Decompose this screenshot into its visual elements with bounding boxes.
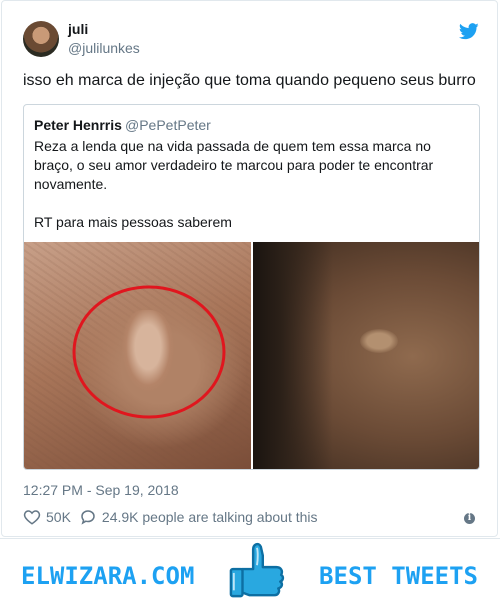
quoted-tweet-text: Reza a lenda que na vida passada de quem… [34, 137, 454, 232]
branding-footer: ELWIZARA.COM BEST TWEETS [0, 538, 500, 611]
highlight-circle [72, 285, 226, 419]
quoted-author-handle: @PePetPeter [125, 117, 211, 133]
tweet-card[interactable]: juli @julilunkes isso eh marca de injeçã… [1, 0, 498, 537]
tweet-text: isso eh marca de injeção que toma quando… [23, 72, 476, 89]
tweet-timestamp[interactable]: 12:27 PM - Sep 19, 2018 [23, 482, 179, 498]
conversation-link[interactable]: 24.9K people are talking about this [79, 508, 318, 526]
media-gallery[interactable] [24, 242, 479, 469]
twitter-bird-icon[interactable] [459, 23, 479, 40]
thumbs-up-icon [229, 542, 285, 598]
quoted-text-line: Reza a lenda que na vida passada de quem… [34, 138, 431, 154]
quoted-text-line: RT para mais pessoas saberem [34, 214, 232, 230]
like-button[interactable]: 50K [23, 508, 71, 526]
author-handle[interactable]: @julilunkes [68, 40, 140, 56]
conversation-count: 24.9K people are talking about this [101, 509, 318, 525]
quoted-tweet[interactable]: Peter Henrris @PePetPeter Reza a lenda q… [23, 104, 480, 470]
speech-bubble-icon [81, 510, 95, 525]
site-tagline: BEST TWEETS [319, 562, 478, 590]
site-name[interactable]: ELWIZARA.COM [21, 562, 194, 590]
heart-icon [23, 510, 41, 525]
author-name[interactable]: juli [68, 21, 88, 37]
skin-mark [360, 329, 398, 353]
info-icon[interactable]: i [464, 513, 475, 524]
avatar[interactable] [23, 21, 59, 57]
photo-arm-mark[interactable] [253, 242, 479, 469]
photo-arm-mark-circled[interactable] [24, 242, 251, 469]
like-count: 50K [46, 509, 71, 525]
quoted-author-name: Peter Henrris [34, 117, 122, 133]
quoted-text-line: braço, o seu amor verdadeiro te marcou p… [34, 157, 434, 173]
quoted-text-line: novamente. [34, 176, 108, 192]
tweet-actions: 50K 24.9K people are talking about this [23, 508, 318, 526]
